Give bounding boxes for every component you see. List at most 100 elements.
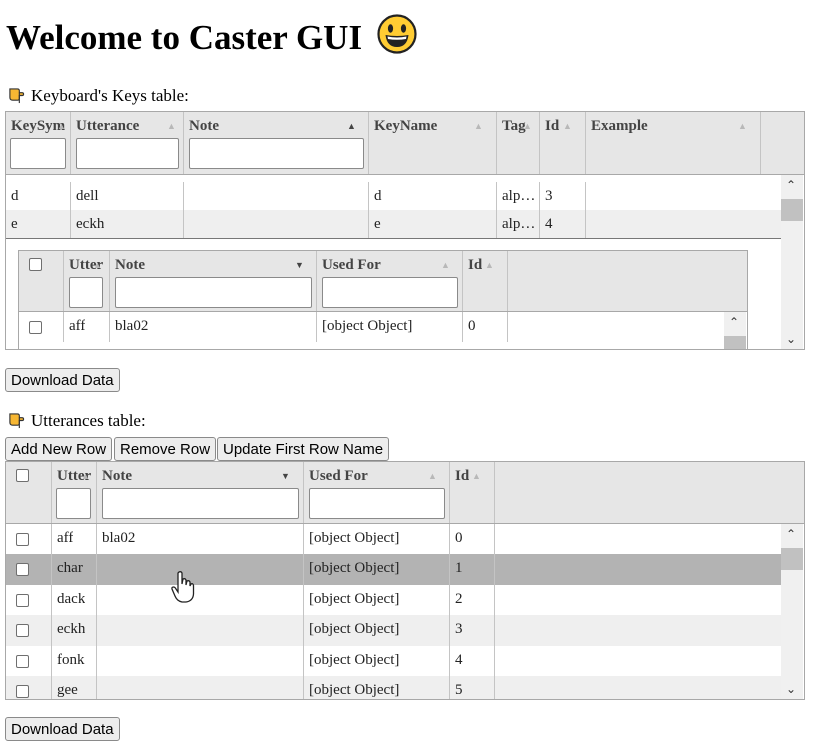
sort-arrow-icon[interactable]: ▲ xyxy=(441,261,450,270)
update-first-row-name-button[interactable]: Update First Row Name xyxy=(217,437,390,461)
usedfor-cell: [object Object] xyxy=(304,554,450,585)
table-row[interactable]: char [object Object] 1 xyxy=(6,554,781,585)
select-cell xyxy=(19,312,64,342)
utterances-table: Utter ▲ Note ▼ Used For ▲ Id ▲ aff bla02 [… xyxy=(5,461,805,700)
keysym-filter-input[interactable] xyxy=(10,138,66,169)
add-new-row-button[interactable]: Add New Row xyxy=(5,437,113,461)
table-row[interactable]: eckh [object Object] 3 xyxy=(6,615,781,646)
note-filter-input[interactable] xyxy=(102,488,299,519)
table-row[interactable]: gee [object Object] 5 xyxy=(6,676,781,699)
utter-value: gee xyxy=(57,682,78,698)
nested-table-scrollbar[interactable]: ⌃ xyxy=(724,312,746,349)
keys-col-keyname[interactable]: KeyName ▲ xyxy=(369,112,497,174)
sort-arrow-icon[interactable]: ▲ xyxy=(428,472,437,481)
keys-col-tag[interactable]: Tag ▲ xyxy=(497,112,540,174)
utterances-table-scrollbar[interactable]: ⌃ ⌄ xyxy=(781,524,803,699)
scroll-down-icon[interactable]: ⌄ xyxy=(786,683,796,695)
utterances-col-note[interactable]: Note ▼ xyxy=(97,462,304,523)
nested-col-select[interactable] xyxy=(19,251,64,311)
sort-arrow-icon[interactable]: ▲ xyxy=(563,122,572,131)
utterances-col-select[interactable] xyxy=(6,462,52,523)
scroll-up-icon[interactable]: ⌃ xyxy=(729,316,739,328)
row-checkbox[interactable] xyxy=(29,321,42,334)
table-row[interactable]: aff bla02 [object Object] 0 xyxy=(19,312,725,342)
sort-arrow-icon[interactable]: ▲ xyxy=(93,261,102,270)
keys-col-note[interactable]: Note ▲ xyxy=(184,112,369,174)
keys-col-example[interactable]: Example ▲ xyxy=(586,112,761,174)
id-cell: 3 xyxy=(540,182,586,210)
keys-section-label: Keyboard's Keys table: xyxy=(8,86,189,106)
keys-col-utterance-label: Utterance xyxy=(76,118,140,134)
nested-note-filter-input[interactable] xyxy=(115,277,312,308)
scrollbar-thumb[interactable] xyxy=(781,548,803,570)
table-row[interactable]: fonk [object Object] 4 xyxy=(6,645,781,676)
sort-arrow-icon[interactable]: ▲ xyxy=(485,261,494,270)
select-cell xyxy=(6,645,52,676)
sort-arrow-icon[interactable]: ▲ xyxy=(81,472,90,481)
sort-arrow-icon[interactable]: ▲ xyxy=(523,122,532,131)
keys-download-data-button[interactable]: Download Data xyxy=(5,368,120,392)
keys-table-scrollbar[interactable]: ⌃ ⌄ xyxy=(781,175,803,349)
utterances-rows: aff bla02 [object Object] 0 char [object Obje… xyxy=(6,524,781,699)
nested-col-id[interactable]: Id ▲ xyxy=(463,251,508,311)
usedfor-filter-input[interactable] xyxy=(309,488,445,519)
keys-col-note-label: Note xyxy=(189,118,219,134)
table-row[interactable]: aff bla02 [object Object] 0 xyxy=(6,524,781,555)
utter-value: aff xyxy=(69,318,86,334)
sort-arrow-icon[interactable]: ▲ xyxy=(738,122,747,131)
sort-descending-icon[interactable]: ▼ xyxy=(295,261,304,270)
id-value: 4 xyxy=(545,216,553,232)
sort-arrow-icon[interactable]: ▲ xyxy=(57,122,66,131)
row-checkbox[interactable] xyxy=(16,624,29,638)
nested-col-id-label: Id xyxy=(468,257,483,273)
tag-cell: alp… xyxy=(497,210,540,238)
remove-row-button[interactable]: Remove Row xyxy=(114,437,217,461)
sort-arrow-icon[interactable]: ▲ xyxy=(167,122,176,131)
keys-col-id[interactable]: Id ▲ xyxy=(540,112,586,174)
nested-table-header: Utter ▲ Note ▼ Used For ▲ Id ▲ xyxy=(19,251,747,312)
row-checkbox[interactable] xyxy=(16,533,29,546)
nested-col-usedfor[interactable]: Used For ▲ xyxy=(317,251,463,311)
keys-col-utterance[interactable]: Utterance ▲ xyxy=(71,112,184,174)
row-checkbox[interactable] xyxy=(16,593,29,607)
utter-cell: char xyxy=(52,554,97,585)
select-all-checkbox[interactable] xyxy=(29,258,42,271)
scrollbar-thumb[interactable] xyxy=(724,336,746,349)
nested-col-utter[interactable]: Utter ▲ xyxy=(64,251,110,311)
table-row[interactable]: d dell d alp… 3 xyxy=(6,182,781,210)
note-filter-input[interactable] xyxy=(189,138,364,169)
example-cell xyxy=(586,182,781,210)
scroll-up-icon[interactable]: ⌃ xyxy=(786,179,796,191)
id-cell: 0 xyxy=(463,312,508,342)
select-all-checkbox[interactable] xyxy=(16,469,29,482)
utterances-download-data-button[interactable]: Download Data xyxy=(5,717,120,741)
scrollbar-thumb[interactable] xyxy=(781,199,803,221)
nested-utter-filter-input[interactable] xyxy=(69,277,103,308)
select-cell xyxy=(6,524,52,555)
row-checkbox[interactable] xyxy=(16,654,29,668)
keys-col-keysym[interactable]: KeySym ▲ xyxy=(6,112,71,174)
utterances-col-note-label: Note xyxy=(102,468,132,484)
utter-value: dack xyxy=(57,590,86,607)
scroll-down-icon[interactable]: ⌄ xyxy=(786,333,796,345)
nested-col-note[interactable]: Note ▼ xyxy=(110,251,317,311)
row-checkbox[interactable] xyxy=(16,563,29,577)
utterances-col-utter[interactable]: Utter ▲ xyxy=(52,462,97,523)
utter-cell: fonk xyxy=(52,645,97,676)
scroll-up-icon[interactable]: ⌃ xyxy=(786,528,796,540)
sort-ascending-icon[interactable]: ▲ xyxy=(347,122,356,131)
utterances-col-id[interactable]: Id ▲ xyxy=(450,462,495,523)
note-cell xyxy=(97,554,304,585)
table-row[interactable]: e eckh e alp… 4 xyxy=(6,210,781,239)
sort-arrow-icon[interactable]: ▲ xyxy=(474,122,483,131)
utterance-filter-input[interactable] xyxy=(76,138,179,169)
keys-table-header: KeySym ▲ Utterance ▲ Note ▲ KeyName ▲ Ta… xyxy=(6,112,804,175)
nested-col-note-label: Note xyxy=(115,257,145,273)
sort-arrow-icon[interactable]: ▲ xyxy=(472,472,481,481)
nested-usedfor-filter-input[interactable] xyxy=(322,277,458,308)
utter-filter-input[interactable] xyxy=(56,488,91,519)
table-row[interactable]: dack [object Object] 2 xyxy=(6,584,781,616)
row-checkbox[interactable] xyxy=(16,685,29,698)
sort-descending-icon[interactable]: ▼ xyxy=(281,472,290,481)
utterances-col-usedfor[interactable]: Used For ▲ xyxy=(304,462,450,523)
